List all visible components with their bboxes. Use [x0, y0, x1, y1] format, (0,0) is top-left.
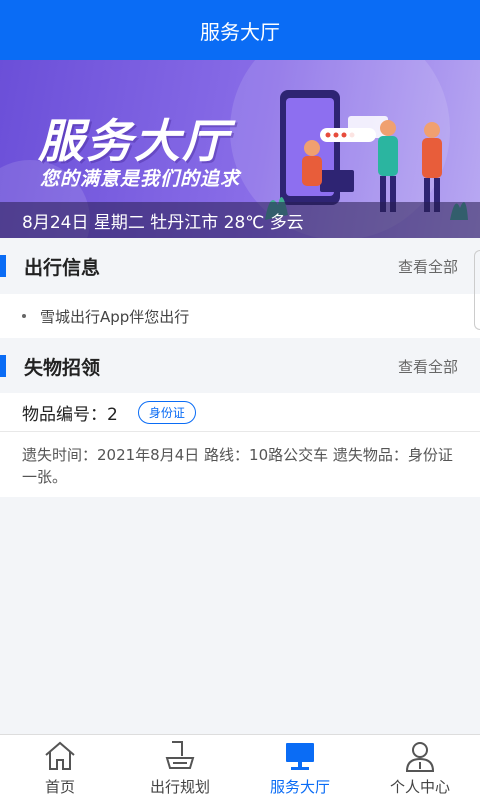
tab-label: 首页: [44, 778, 75, 796]
section-accent-bar: [0, 355, 6, 377]
lost-item-card[interactable]: 物品编号：2 身份证 遗失时间：2021年8月4日 路线：10路公交车 遗失物品…: [0, 393, 480, 497]
section-accent-bar: [0, 255, 6, 277]
lost-found-header: 失物招领 查看全部: [0, 338, 480, 394]
tab-personal-center[interactable]: 个人中心: [360, 735, 480, 800]
tab-label: 服务大厅: [269, 778, 330, 796]
bottom-tab-bar: 首页 出行规划 服务大厅 个人中心: [0, 734, 480, 800]
weather-date-status: 8月24日 星期二 牡丹江市 28℃ 多云: [0, 202, 480, 238]
page-title: 服务大厅: [200, 19, 280, 44]
lost-found-title: 失物招领: [24, 356, 101, 379]
route-icon: [165, 741, 195, 769]
tab-label: 个人中心: [389, 778, 450, 796]
banner[interactable]: 服务大厅 您的满意是我们的追求 8月24日 星期二 牡丹江市 28℃ 多云: [0, 60, 480, 238]
list-item[interactable]: 雪城出行App伴您出行: [0, 294, 480, 338]
travel-info-title: 出行信息: [24, 256, 101, 279]
travel-view-all-link[interactable]: 查看全部: [398, 256, 458, 277]
banner-subtitle: 您的满意是我们的追求: [40, 168, 241, 190]
tab-label: 出行规划: [149, 778, 210, 796]
lost-item-header: 物品编号：2 身份证: [0, 393, 480, 432]
user-icon: [405, 742, 435, 772]
home-icon: [45, 741, 75, 770]
tab-route-planning[interactable]: 出行规划: [120, 735, 240, 800]
tab-home[interactable]: 首页: [0, 735, 120, 800]
top-app-bar: 服务大厅: [0, 0, 480, 60]
banner-title: 服务大厅: [38, 114, 230, 168]
travel-item-text: 雪城出行App伴您出行: [40, 307, 190, 326]
bullet-icon: [22, 314, 26, 318]
lost-view-all-link[interactable]: 查看全部: [398, 356, 458, 377]
item-number: 物品编号：2: [22, 404, 118, 425]
tab-service-hall[interactable]: 服务大厅: [240, 735, 360, 800]
travel-info-header: 出行信息 查看全部: [0, 238, 480, 294]
monitor-icon: [286, 743, 314, 770]
scrollbar: [474, 250, 480, 330]
item-category-badge: 身份证: [137, 400, 196, 424]
lost-item-description: 遗失时间：2021年8月4日 路线：10路公交车 遗失物品：身份证一张。: [22, 446, 453, 486]
